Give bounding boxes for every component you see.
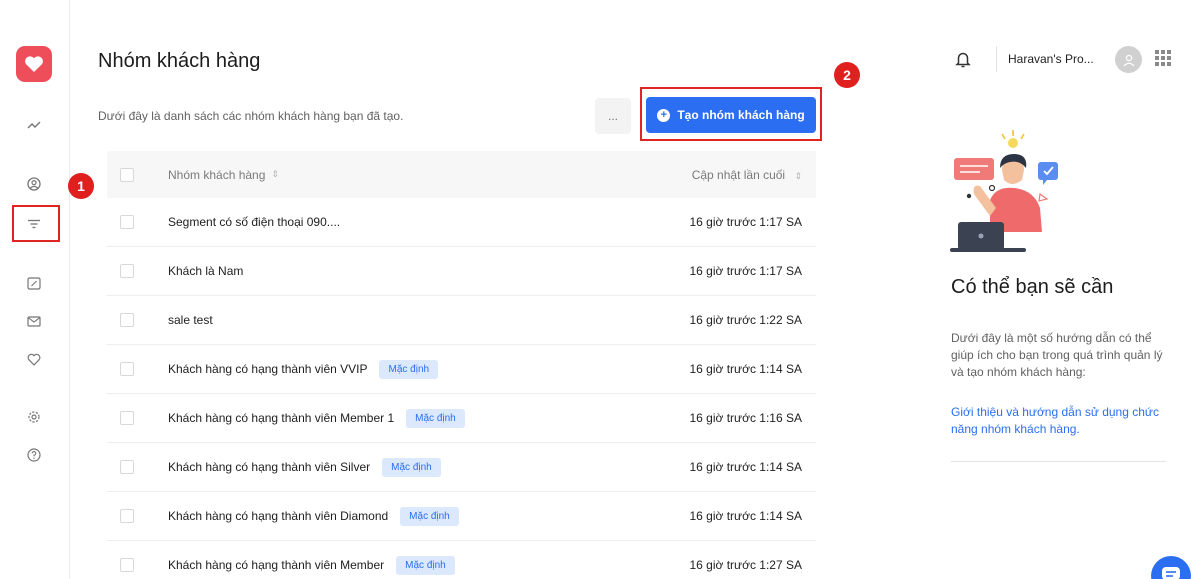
row-checkbox[interactable] (120, 411, 134, 425)
group-name: sale test (168, 313, 213, 327)
row-checkbox[interactable] (120, 509, 134, 523)
group-name: Segment có số điện thoại 090.... (168, 215, 341, 229)
more-actions-button[interactable]: ... (595, 98, 631, 134)
updated-cell: 16 giờ trước 1:17 SA (689, 215, 803, 229)
apps-grid-icon[interactable] (1155, 50, 1171, 66)
updated-cell: 16 giờ trước 1:27 SA (689, 558, 803, 572)
page-description: Dưới đây là danh sách các nhóm khách hàn… (98, 109, 404, 123)
group-name-cell[interactable]: Khách hàng có hạng thành viên Member Mặc … (168, 555, 455, 575)
trend-icon[interactable] (22, 113, 46, 137)
help-illustration (944, 128, 1069, 255)
table-row[interactable]: Khách hàng có hạng thành viên Silver Mặc … (107, 443, 816, 492)
create-customer-group-button[interactable]: + Tạo nhóm khách hàng (646, 97, 816, 133)
table-row[interactable]: Khách hàng có hạng thành viên Diamond Mặc… (107, 492, 816, 541)
settings-icon[interactable] (22, 405, 46, 429)
avatar[interactable] (1115, 46, 1142, 73)
bell-icon[interactable] (954, 49, 972, 69)
row-checkbox[interactable] (120, 558, 134, 572)
group-name: Khách hàng có hạng thành viên VVIP (168, 362, 368, 376)
row-checkbox[interactable] (120, 460, 134, 474)
updated-cell: 16 giờ trước 1:16 SA (689, 411, 803, 425)
group-name: Khách hàng có hạng thành viên Silver (168, 460, 371, 474)
group-name: Khách hàng có hạng thành viên Diamond (168, 509, 389, 523)
sidebar (0, 0, 70, 579)
sort-icon: ⇕ (794, 170, 802, 181)
create-button-label: Tạo nhóm khách hàng (677, 108, 805, 122)
row-checkbox[interactable] (120, 313, 134, 327)
row-checkbox[interactable] (120, 362, 134, 376)
updated-cell: 16 giờ trước 1:22 SA (689, 313, 803, 327)
column-header-updated[interactable]: Cập nhật lần cuối ⇕ (692, 168, 802, 182)
chat-widget-button[interactable] (1151, 556, 1191, 579)
updated-cell: 16 giờ trước 1:14 SA (689, 509, 803, 523)
step-marker-2: 2 (834, 62, 860, 88)
page-title: Nhóm khách hàng (98, 50, 261, 72)
default-badge: Mặc định (382, 457, 441, 477)
group-name-cell[interactable]: Khách hàng có hạng thành viên Diamond Mặc… (168, 506, 459, 526)
help-guide-link[interactable]: Giới thiệu và hướng dẫn sử dụng chức năn… (951, 404, 1166, 438)
group-name-cell[interactable]: Khách là Nam (168, 264, 243, 278)
table-row[interactable]: sale test 16 giờ trước 1:22 SA (107, 296, 816, 345)
help-icon[interactable] (22, 443, 46, 467)
plus-circle-icon: + (657, 108, 671, 122)
table-body: Segment có số điện thoại 090.... 16 giờ t… (107, 198, 816, 579)
updated-cell: 16 giờ trước 1:17 SA (689, 264, 803, 278)
group-name-cell[interactable]: Segment có số điện thoại 090.... (168, 215, 340, 229)
help-description: Dưới đây là một số hướng dẫn có thể giúp… (951, 331, 1163, 379)
group-name: Khách hàng có hạng thành viên Member 1 (168, 411, 395, 425)
help-divider (951, 461, 1166, 462)
group-name-cell[interactable]: Khách hàng có hạng thành viên VVIP Mặc đị… (168, 359, 439, 379)
default-badge: Mặc định (400, 506, 459, 526)
row-checkbox[interactable] (120, 264, 134, 278)
updated-cell: 16 giờ trước 1:14 SA (689, 460, 803, 474)
user-circle-icon[interactable] (22, 172, 46, 196)
row-checkbox[interactable] (120, 215, 134, 229)
topbar-divider (996, 46, 997, 72)
default-badge: Mặc định (406, 408, 465, 428)
mail-icon[interactable] (22, 309, 46, 333)
default-badge: Mặc định (396, 555, 455, 575)
step-marker-1: 1 (68, 173, 94, 199)
group-name-cell[interactable]: Khách hàng có hạng thành viên Silver Mặc … (168, 457, 441, 477)
table-row[interactable]: Segment có số điện thoại 090.... 16 giờ t… (107, 198, 816, 247)
column-header-name[interactable]: Nhóm khách hàng ⇕ (168, 168, 279, 182)
default-badge: Mặc định (379, 359, 439, 379)
discount-icon[interactable] (22, 271, 46, 295)
updated-cell: 16 giờ trước 1:14 SA (689, 362, 803, 376)
filter-icon[interactable] (22, 212, 46, 236)
group-name: Khách là Nam (168, 264, 244, 278)
table-row[interactable]: Khách hàng có hạng thành viên VVIP Mặc đị… (107, 345, 816, 394)
heart-icon[interactable] (22, 347, 46, 371)
table-row[interactable]: Khách hàng có hạng thành viên Member Mặc … (107, 541, 816, 579)
group-name-cell[interactable]: sale test (168, 313, 213, 327)
account-name[interactable]: Haravan's Pro... (1008, 52, 1094, 66)
customer-group-table: Nhóm khách hàng ⇕ Cập nhật lần cuối ⇕ Se… (107, 151, 816, 579)
group-name-cell[interactable]: Khách hàng có hạng thành viên Member 1 Mặ… (168, 408, 465, 428)
table-header: Nhóm khách hàng ⇕ Cập nhật lần cuối ⇕ (107, 151, 816, 198)
sort-icon: ⇕ (271, 169, 279, 179)
select-all-checkbox[interactable] (120, 167, 134, 182)
haravan-logo-icon[interactable] (16, 46, 52, 82)
help-title: Có thể bạn sẽ cần (951, 276, 1114, 298)
table-row[interactable]: Khách là Nam 16 giờ trước 1:17 SA (107, 247, 816, 296)
table-row[interactable]: Khách hàng có hạng thành viên Member 1 Mặ… (107, 394, 816, 443)
group-name: Khách hàng có hạng thành viên Member (168, 558, 385, 572)
